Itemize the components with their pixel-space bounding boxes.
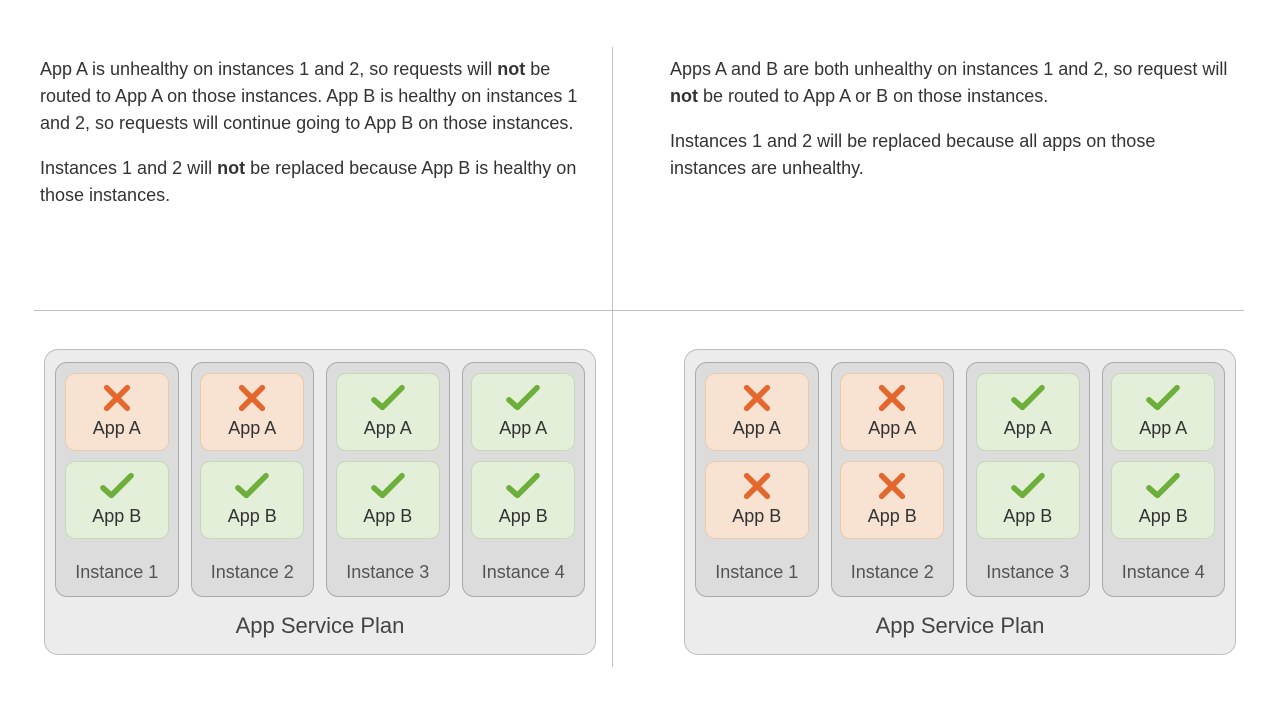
app-a-tile: App A (65, 373, 169, 451)
app-b-tile: App B (200, 461, 304, 539)
diagram-row: App A App B Instance 1 App A (0, 311, 1280, 720)
app-a-tile: App A (336, 373, 440, 451)
text: Apps A and B are both unhealthy on insta… (670, 59, 1227, 79)
app-a-tile: App A (471, 373, 575, 451)
right-paragraph-2: Instances 1 and 2 will be replaced becau… (670, 128, 1236, 182)
app-b-label: App B (363, 503, 412, 530)
app-b-label: App B (1139, 503, 1188, 530)
check-icon (369, 383, 407, 413)
left-paragraph-1: App A is unhealthy on instances 1 and 2,… (40, 56, 606, 137)
app-b-label: App B (1003, 503, 1052, 530)
plan-label: App Service Plan (695, 597, 1225, 648)
app-b-tile: App B (976, 461, 1080, 539)
app-a-label: App A (733, 415, 781, 442)
app-a-label: App A (868, 415, 916, 442)
app-b-label: App B (499, 503, 548, 530)
instance-label: Instance 1 (715, 559, 798, 586)
instance-label: Instance 3 (346, 559, 429, 586)
text: Instances 1 and 2 will (40, 158, 217, 178)
app-a-tile: App A (200, 373, 304, 451)
instance-1: App A App B Instance 1 (695, 362, 819, 597)
check-icon (504, 383, 542, 413)
instances-container: App A App B Instance 1 App A (55, 362, 585, 597)
check-icon (504, 471, 542, 501)
app-a-label: App A (364, 415, 412, 442)
instance-label: Instance 4 (1122, 559, 1205, 586)
app-b-tile: App B (705, 461, 809, 539)
cross-icon (98, 383, 136, 413)
cross-icon (873, 383, 911, 413)
text: App A is unhealthy on instances 1 and 2,… (40, 59, 497, 79)
check-icon (1009, 471, 1047, 501)
instance-1: App A App B Instance 1 (55, 362, 179, 597)
app-a-label: App A (1004, 415, 1052, 442)
app-b-tile: App B (65, 461, 169, 539)
app-b-label: App B (92, 503, 141, 530)
instances-container: App A App B Instance 1 App A (695, 362, 1225, 597)
bold-text: not (497, 59, 525, 79)
scenario-1: App A App B Instance 1 App A (0, 311, 640, 720)
cross-icon (233, 383, 271, 413)
app-b-label: App B (868, 503, 917, 530)
caption-right: Apps A and B are both unhealthy on insta… (640, 56, 1280, 310)
check-icon (98, 471, 136, 501)
left-paragraph-2: Instances 1 and 2 will not be replaced b… (40, 155, 606, 209)
instance-label: Instance 4 (482, 559, 565, 586)
check-icon (1144, 471, 1182, 501)
instance-2: App A App B Instance 2 (831, 362, 955, 597)
bold-text: not (217, 158, 245, 178)
caption-left: App A is unhealthy on instances 1 and 2,… (0, 56, 640, 310)
text: be routed to App A or B on those instanc… (698, 86, 1048, 106)
check-icon (1009, 383, 1047, 413)
instance-3: App A App B Instance 3 (326, 362, 450, 597)
instance-label: Instance 2 (211, 559, 294, 586)
instance-2: App A App B Instance 2 (191, 362, 315, 597)
app-b-tile: App B (1111, 461, 1215, 539)
app-a-label: App A (499, 415, 547, 442)
app-a-tile: App A (976, 373, 1080, 451)
instance-label: Instance 1 (75, 559, 158, 586)
app-b-tile: App B (336, 461, 440, 539)
app-b-label: App B (732, 503, 781, 530)
cross-icon (738, 471, 776, 501)
cross-icon (738, 383, 776, 413)
instance-label: Instance 2 (851, 559, 934, 586)
instance-3: App A App B Instance 3 (966, 362, 1090, 597)
check-icon (369, 471, 407, 501)
instance-4: App A App B Instance 4 (462, 362, 586, 597)
cross-icon (873, 471, 911, 501)
app-b-tile: App B (840, 461, 944, 539)
scenario-2: App A App B Instance 1 App A (640, 311, 1280, 720)
vertical-divider (612, 47, 613, 667)
app-b-label: App B (228, 503, 277, 530)
app-service-plan: App A App B Instance 1 App A (684, 349, 1236, 655)
check-icon (233, 471, 271, 501)
instance-label: Instance 3 (986, 559, 1069, 586)
bold-text: not (670, 86, 698, 106)
app-a-tile: App A (1111, 373, 1215, 451)
right-paragraph-1: Apps A and B are both unhealthy on insta… (670, 56, 1236, 110)
app-a-tile: App A (705, 373, 809, 451)
plan-label: App Service Plan (55, 597, 585, 648)
app-a-label: App A (228, 415, 276, 442)
diagram-root: App A is unhealthy on instances 1 and 2,… (0, 0, 1280, 720)
app-a-label: App A (1139, 415, 1187, 442)
app-service-plan: App A App B Instance 1 App A (44, 349, 596, 655)
caption-row: App A is unhealthy on instances 1 and 2,… (0, 0, 1280, 310)
app-a-label: App A (93, 415, 141, 442)
app-b-tile: App B (471, 461, 575, 539)
app-a-tile: App A (840, 373, 944, 451)
instance-4: App A App B Instance 4 (1102, 362, 1226, 597)
check-icon (1144, 383, 1182, 413)
